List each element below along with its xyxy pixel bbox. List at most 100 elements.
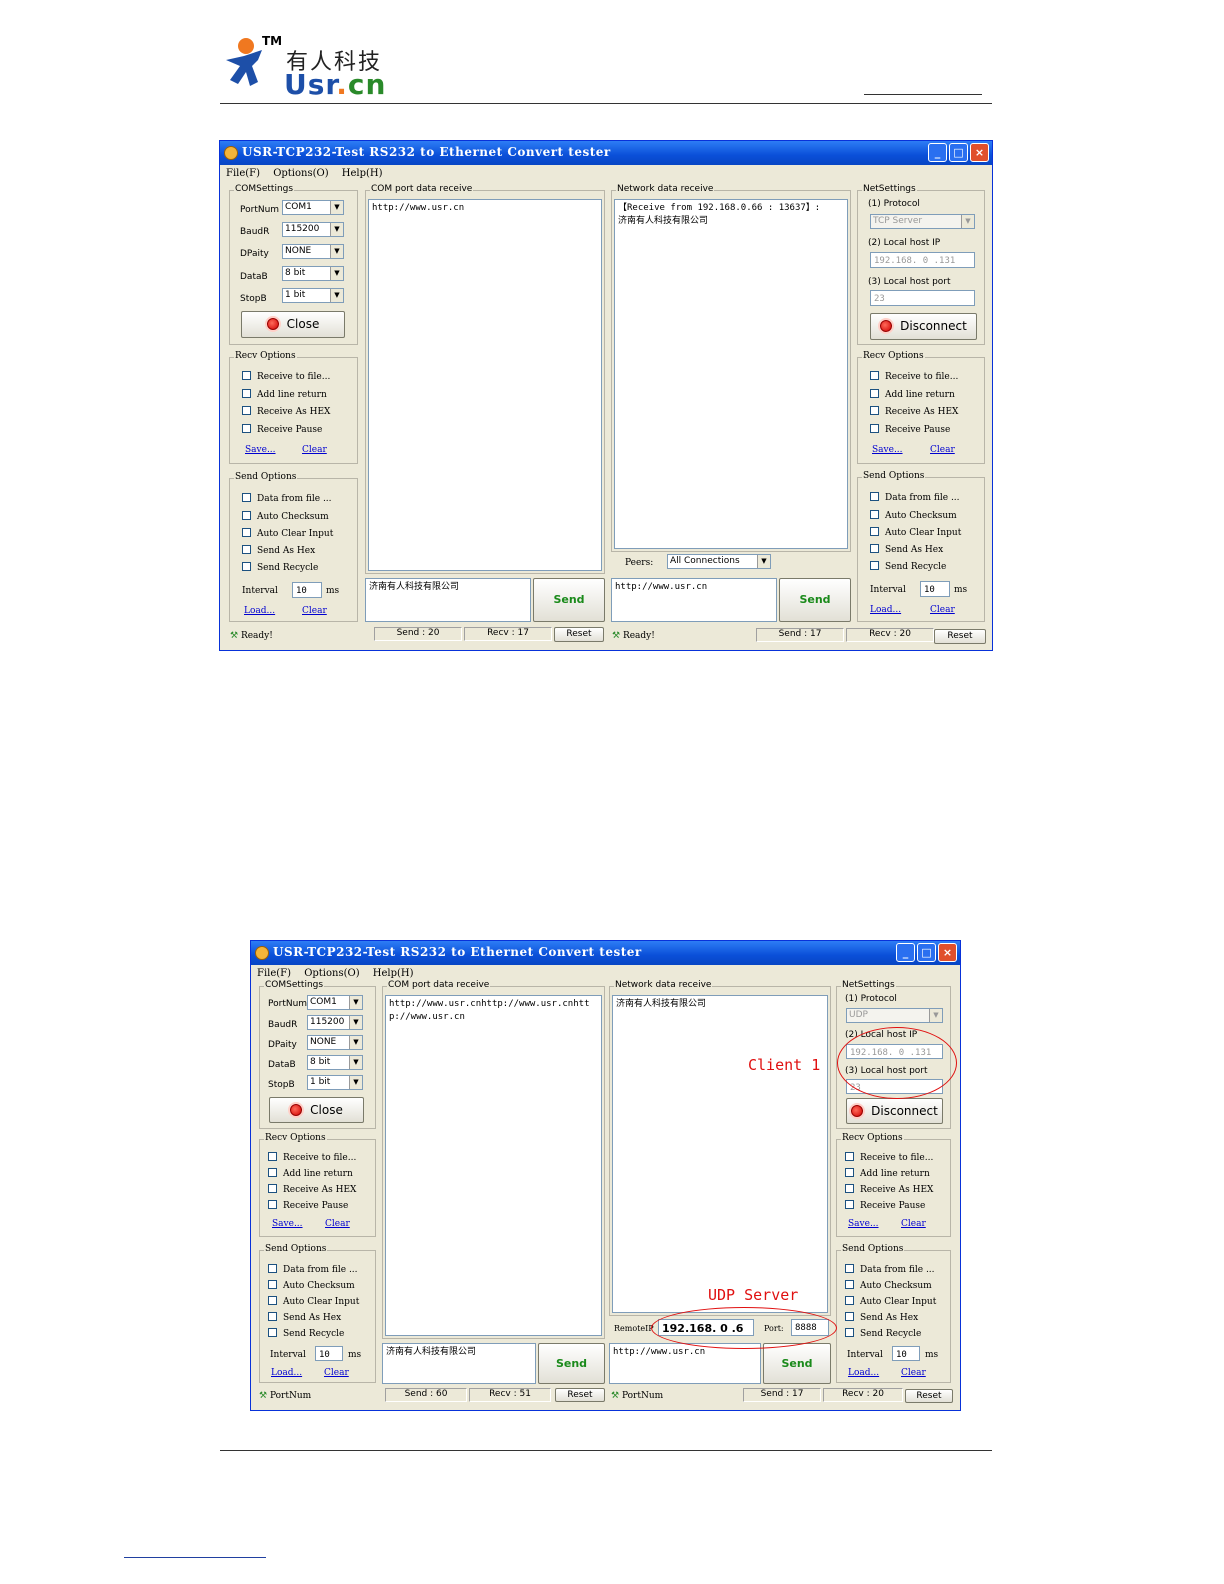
clear-link[interactable]: Clear <box>901 1219 926 1229</box>
data-from-file-checkbox[interactable]: Data from file ... <box>845 1264 935 1275</box>
checkbox-icon[interactable] <box>870 492 879 501</box>
checkbox-icon[interactable] <box>845 1264 854 1273</box>
receive-as-hex-checkbox[interactable]: Receive As HEX <box>242 406 330 417</box>
checkbox-icon[interactable] <box>242 511 251 520</box>
auto-checksum-checkbox[interactable]: Auto Checksum <box>242 511 329 522</box>
interval-input[interactable]: 10 <box>920 581 950 597</box>
checkbox-icon[interactable] <box>870 371 879 380</box>
minimize-icon[interactable]: _ <box>896 943 915 962</box>
close-icon[interactable]: × <box>938 943 957 962</box>
checkbox-icon[interactable] <box>845 1200 854 1209</box>
checkbox-icon[interactable] <box>268 1296 277 1305</box>
checkbox-icon[interactable] <box>845 1280 854 1289</box>
clear-link[interactable]: Clear <box>324 1368 349 1378</box>
com-reset-button[interactable]: Reset <box>554 627 604 642</box>
checkbox-icon[interactable] <box>242 493 251 502</box>
com-receive-textarea[interactable]: http://www.usr.cnhttp://www.usr.cnhttp:/… <box>385 995 602 1336</box>
checkbox-icon[interactable] <box>268 1328 277 1337</box>
protocol-select[interactable]: UDP ▼ <box>846 1008 943 1023</box>
add-line-return-checkbox[interactable]: Add line return <box>870 389 955 400</box>
net-receive-textarea[interactable]: 【Receive from 192.168.0.66 : 13637】: 济南有… <box>614 199 848 549</box>
disconnect-button[interactable]: Disconnect <box>846 1098 943 1124</box>
checkbox-icon[interactable] <box>870 544 879 553</box>
close-port-button[interactable]: Close <box>269 1097 364 1123</box>
net-send-button[interactable]: Send <box>779 578 851 622</box>
close-port-button[interactable]: Close <box>241 311 345 338</box>
add-line-return-checkbox[interactable]: Add line return <box>268 1168 353 1179</box>
checkbox-icon[interactable] <box>242 424 251 433</box>
datab-select[interactable]: 8 bit ▼ <box>282 266 344 281</box>
close-icon[interactable]: × <box>970 143 989 162</box>
net-send-input[interactable]: http://www.usr.cn <box>609 1343 761 1384</box>
checkbox-icon[interactable] <box>268 1280 277 1289</box>
com-send-button[interactable]: Send <box>538 1343 605 1384</box>
dropdown-arrow-icon[interactable]: ▼ <box>929 1009 942 1022</box>
datab-select[interactable]: 8 bit ▼ <box>307 1055 363 1070</box>
auto-checksum-checkbox[interactable]: Auto Checksum <box>845 1280 932 1291</box>
com-send-input[interactable]: 济南有人科技有限公司 <box>365 578 531 622</box>
dpaity-select[interactable]: NONE ▼ <box>307 1035 363 1050</box>
send-recycle-checkbox[interactable]: Send Recycle <box>870 561 946 572</box>
checkbox-icon[interactable] <box>870 406 879 415</box>
receive-to-file-checkbox[interactable]: Receive to file... <box>242 371 330 382</box>
auto-checksum-checkbox[interactable]: Auto Checksum <box>870 510 957 521</box>
checkbox-icon[interactable] <box>845 1328 854 1337</box>
checkbox-icon[interactable] <box>268 1312 277 1321</box>
disconnect-button[interactable]: Disconnect <box>870 313 977 340</box>
minimize-icon[interactable]: _ <box>928 143 947 162</box>
clear-link[interactable]: Clear <box>930 605 955 615</box>
auto-clear-input-checkbox[interactable]: Auto Clear Input <box>845 1296 936 1307</box>
checkbox-icon[interactable] <box>845 1168 854 1177</box>
receive-to-file-checkbox[interactable]: Receive to file... <box>268 1152 356 1163</box>
receive-to-file-checkbox[interactable]: Receive to file... <box>870 371 958 382</box>
com-send-input[interactable]: 济南有人科技有限公司 <box>382 1343 536 1384</box>
receive-as-hex-checkbox[interactable]: Receive As HEX <box>268 1184 356 1195</box>
menu-options[interactable]: Options(O) <box>304 968 359 979</box>
checkbox-icon[interactable] <box>870 510 879 519</box>
com-send-button[interactable]: Send <box>533 578 605 622</box>
dropdown-arrow-icon[interactable]: ▼ <box>349 1016 362 1029</box>
checkbox-icon[interactable] <box>845 1184 854 1193</box>
add-line-return-checkbox[interactable]: Add line return <box>845 1168 930 1179</box>
net-receive-textarea[interactable]: 济南有人科技有限公司 <box>612 995 828 1313</box>
clear-link[interactable]: Clear <box>302 606 327 616</box>
menu-help[interactable]: Help(H) <box>342 168 383 179</box>
load-link[interactable]: Load... <box>244 606 275 616</box>
local-port-input[interactable]: 23 <box>870 290 975 306</box>
checkbox-icon[interactable] <box>870 527 879 536</box>
checkbox-icon[interactable] <box>242 545 251 554</box>
checkbox-icon[interactable] <box>242 406 251 415</box>
dropdown-arrow-icon[interactable]: ▼ <box>330 223 343 236</box>
local-ip-input[interactable]: 192.168. 0 .131 <box>870 252 975 268</box>
dropdown-arrow-icon[interactable]: ▼ <box>349 1076 362 1089</box>
add-line-return-checkbox[interactable]: Add line return <box>242 389 327 400</box>
dropdown-arrow-icon[interactable]: ▼ <box>757 555 770 568</box>
auto-checksum-checkbox[interactable]: Auto Checksum <box>268 1280 355 1291</box>
receive-pause-checkbox[interactable]: Receive Pause <box>845 1200 925 1211</box>
clear-link[interactable]: Clear <box>901 1368 926 1378</box>
protocol-select[interactable]: TCP Server ▼ <box>870 214 975 229</box>
checkbox-icon[interactable] <box>845 1312 854 1321</box>
portnum-select[interactable]: COM1 ▼ <box>282 200 344 215</box>
data-from-file-checkbox[interactable]: Data from file ... <box>870 492 960 503</box>
checkbox-icon[interactable] <box>268 1152 277 1161</box>
maximize-icon[interactable]: □ <box>917 943 936 962</box>
save-link[interactable]: Save... <box>848 1219 879 1229</box>
auto-clear-input-checkbox[interactable]: Auto Clear Input <box>268 1296 359 1307</box>
save-link[interactable]: Save... <box>872 445 903 455</box>
checkbox-icon[interactable] <box>268 1184 277 1193</box>
receive-pause-checkbox[interactable]: Receive Pause <box>242 424 322 435</box>
clear-link[interactable]: Clear <box>930 445 955 455</box>
checkbox-icon[interactable] <box>870 389 879 398</box>
checkbox-icon[interactable] <box>242 528 251 537</box>
receive-pause-checkbox[interactable]: Receive Pause <box>268 1200 348 1211</box>
save-link[interactable]: Save... <box>245 445 276 455</box>
dropdown-arrow-icon[interactable]: ▼ <box>349 1036 362 1049</box>
checkbox-icon[interactable] <box>268 1264 277 1273</box>
interval-input[interactable]: 10 <box>315 1346 343 1361</box>
dropdown-arrow-icon[interactable]: ▼ <box>330 245 343 258</box>
checkbox-icon[interactable] <box>268 1200 277 1209</box>
save-link[interactable]: Save... <box>272 1219 303 1229</box>
net-send-button[interactable]: Send <box>763 1343 831 1384</box>
checkbox-icon[interactable] <box>242 389 251 398</box>
